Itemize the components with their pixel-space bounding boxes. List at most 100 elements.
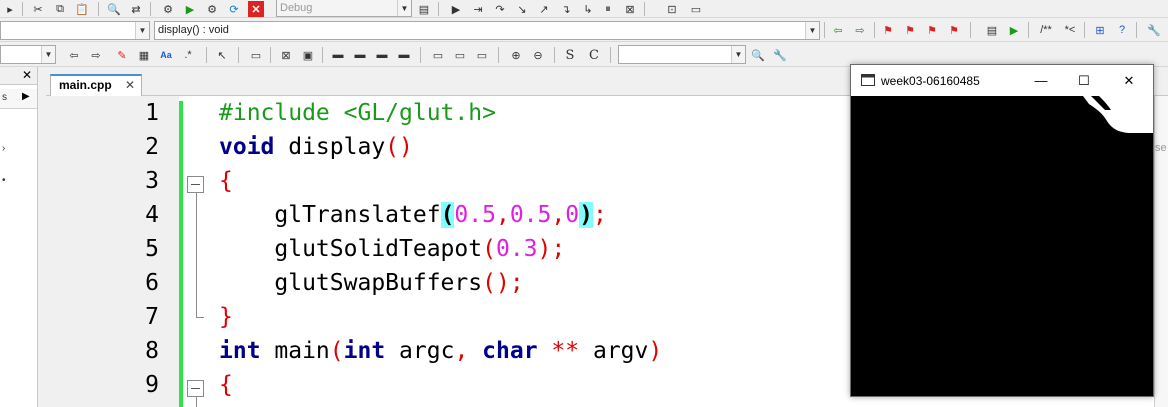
- text-box-icon[interactable]: ▣: [300, 47, 316, 63]
- abort-icon[interactable]: ✕: [248, 1, 264, 17]
- tree-expander-icon[interactable]: ›: [2, 143, 5, 154]
- stop-icon[interactable]: ⊠: [622, 1, 638, 17]
- target-options-icon[interactable]: ▤: [416, 1, 432, 17]
- highlight-pen-icon[interactable]: ✎: [114, 47, 130, 63]
- build-run-icon[interactable]: ⚙: [204, 1, 220, 17]
- code-line-9: {: [219, 372, 233, 398]
- image-icon[interactable]: ⊠: [278, 47, 294, 63]
- cut-icon[interactable]: ✂: [30, 1, 46, 17]
- next-bookmark-icon[interactable]: ⚑: [924, 22, 940, 38]
- step-into-icon[interactable]: ↘: [514, 1, 530, 17]
- prev-bookmark-icon[interactable]: ⚑: [902, 22, 918, 38]
- separator: [554, 47, 555, 63]
- select-arrow-icon[interactable]: ↖: [214, 47, 230, 63]
- fold-toggle[interactable]: [187, 176, 204, 193]
- app-window-icon: [861, 74, 875, 86]
- frame-1-icon[interactable]: ▭: [430, 47, 446, 63]
- run-to-cursor-icon[interactable]: ⇥: [470, 1, 486, 17]
- frame-3-icon[interactable]: ▭: [474, 47, 490, 63]
- c-icon[interactable]: C: [586, 47, 602, 63]
- step-instruction-icon[interactable]: ↳: [580, 1, 596, 17]
- next-instruction-icon[interactable]: ↴: [558, 1, 574, 17]
- paste-icon[interactable]: 📋: [74, 1, 90, 17]
- next-line-icon[interactable]: ↷: [492, 1, 508, 17]
- code-line-5: glutSolidTeapot(0.3);: [219, 236, 565, 262]
- file-tab-main-cpp[interactable]: main.cpp ✕: [50, 74, 142, 96]
- help-icon[interactable]: ?: [1114, 22, 1130, 38]
- glut-output-window[interactable]: week03-06160485 — ☐ ✕: [850, 64, 1154, 397]
- rebuild-icon[interactable]: ⟳: [226, 1, 242, 17]
- frame-2-icon[interactable]: ▭: [452, 47, 468, 63]
- close-button[interactable]: ✕: [1119, 71, 1139, 91]
- tree-node-icon[interactable]: •: [2, 175, 6, 186]
- panel-scroll-right-icon[interactable]: ▶: [22, 91, 30, 102]
- panel-tab-row: s ▶: [0, 89, 37, 109]
- regex-icon[interactable]: .*: [180, 47, 196, 63]
- compiler-select[interactable]: ▼: [0, 45, 56, 64]
- teapot-render: [1083, 96, 1153, 133]
- line-number: 2: [145, 134, 159, 160]
- html-help-icon[interactable]: ⊞: [1092, 22, 1108, 38]
- layout-2-icon[interactable]: ▬: [352, 47, 368, 63]
- glut-title-bar[interactable]: week03-06160485 — ☐ ✕: [851, 65, 1153, 96]
- forward-arrow-icon[interactable]: ⇨: [88, 47, 104, 63]
- debug-windows-icon[interactable]: ⊡: [664, 1, 680, 17]
- rectangle-icon[interactable]: ▭: [248, 47, 264, 63]
- code-line-8: int main(int argc, char ** argv): [219, 338, 662, 364]
- toggle-bookmark-icon[interactable]: ⚑: [880, 22, 896, 38]
- doxy-run-icon[interactable]: ▶: [1006, 22, 1022, 38]
- layout-4-icon[interactable]: ▬: [396, 47, 412, 63]
- jump-back-icon[interactable]: ⇦: [830, 22, 846, 38]
- line-comment-icon[interactable]: *<: [1060, 22, 1080, 38]
- code-text: glTranslatef(0.5,0.5,0);: [219, 202, 607, 228]
- clear-bookmarks-icon[interactable]: ⚑: [946, 22, 962, 38]
- step-out-icon[interactable]: ↗: [536, 1, 552, 17]
- find-icon[interactable]: 🔍: [106, 1, 122, 17]
- code-line-4: glTranslatef(0.5,0.5,0);: [219, 202, 607, 228]
- layout-1-icon[interactable]: ▬: [330, 47, 346, 63]
- back-arrow-icon[interactable]: ⇦: [66, 47, 82, 63]
- line-number: 8: [145, 338, 159, 364]
- format-icon[interactable]: ▦: [136, 47, 152, 63]
- font-size-icon[interactable]: Aa: [158, 47, 174, 63]
- zoom-in-icon[interactable]: ⊕: [508, 47, 524, 63]
- panel-tab-fragment[interactable]: s: [2, 92, 7, 103]
- copy-icon[interactable]: ⧉: [52, 1, 68, 17]
- separator: [498, 47, 499, 63]
- settings-wrench-icon[interactable]: 🔧: [772, 47, 788, 63]
- minimize-button[interactable]: —: [1031, 71, 1051, 91]
- function-select[interactable]: display() : void ▼: [154, 21, 820, 40]
- chevron-down-icon: ▼: [805, 22, 819, 39]
- search-icon[interactable]: 🔍: [750, 47, 766, 63]
- build-target-value: Debug: [280, 2, 313, 14]
- doxyblocks-icon[interactable]: ▤: [984, 22, 1000, 38]
- search-combo[interactable]: ▼: [618, 45, 746, 64]
- opengl-canvas[interactable]: [851, 96, 1153, 396]
- replace-icon[interactable]: ⇄: [128, 1, 144, 17]
- block-comment-icon[interactable]: /**: [1036, 22, 1056, 38]
- run-icon[interactable]: ▶: [182, 1, 198, 17]
- close-icon[interactable]: ✕: [22, 68, 32, 82]
- s-icon[interactable]: S: [562, 47, 578, 63]
- code-line-6: glutSwapBuffers();: [219, 270, 523, 296]
- zoom-out-icon[interactable]: ⊖: [530, 47, 546, 63]
- info-icon[interactable]: ▭: [688, 1, 704, 17]
- code-text: void display(): [219, 134, 413, 160]
- pause-icon[interactable]: ⏸: [600, 1, 616, 17]
- jump-forward-icon[interactable]: ⇨: [852, 22, 868, 38]
- close-icon[interactable]: ✕: [125, 76, 135, 94]
- arrow-icon[interactable]: ▸: [2, 1, 18, 17]
- separator: [270, 47, 271, 63]
- chevron-down-icon: ▼: [397, 0, 411, 16]
- code-scope-select[interactable]: ▼: [0, 21, 150, 40]
- code-text: {: [219, 372, 233, 398]
- maximize-button[interactable]: ☐: [1074, 71, 1094, 91]
- debug-run-icon[interactable]: ▶: [448, 1, 464, 17]
- wrench-icon[interactable]: 🔧: [1146, 22, 1162, 38]
- layout-3-icon[interactable]: ▬: [374, 47, 390, 63]
- build-target-select[interactable]: Debug ▼: [276, 0, 412, 17]
- fold-toggle[interactable]: [187, 380, 204, 397]
- management-panel: ✕ s ▶ › •: [0, 67, 38, 407]
- build-gear-icon[interactable]: ⚙: [160, 1, 176, 17]
- separator: [644, 2, 645, 16]
